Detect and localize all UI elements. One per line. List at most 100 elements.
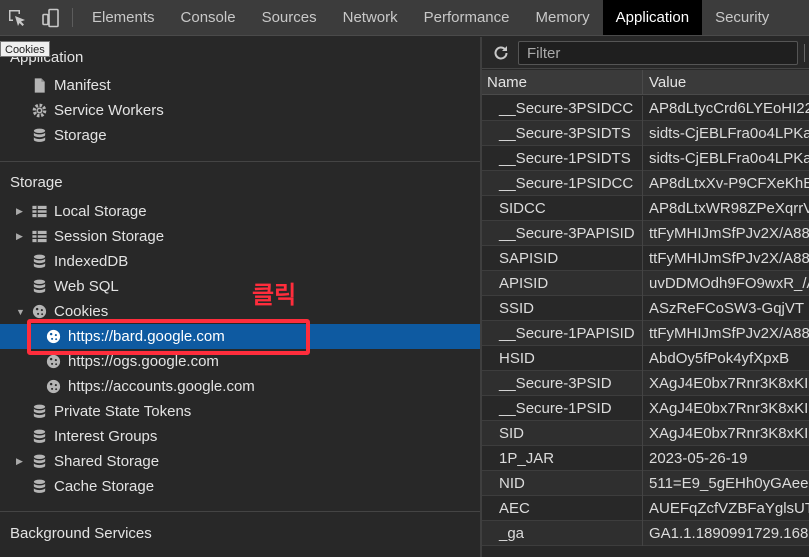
sidebar-item-private-state-tokens[interactable]: Private State Tokens xyxy=(0,399,480,424)
refresh-icon[interactable] xyxy=(492,44,510,62)
gear-icon xyxy=(30,102,48,120)
table-row[interactable]: SIDCC AP8dLtxWR98ZPeXqrrV xyxy=(482,196,809,221)
sidebar-item-storage[interactable]: Storage xyxy=(0,123,480,148)
sidebar-item-shared-storage[interactable]: ▶ Shared Storage xyxy=(0,449,480,474)
sidebar-item-web-sql[interactable]: Web SQL xyxy=(0,274,480,299)
expand-arrow-icon[interactable]: ▶ xyxy=(16,206,26,217)
database-icon xyxy=(30,453,48,471)
expand-arrow-icon[interactable]: ▶ xyxy=(16,456,26,467)
devtools-window: Elements Console Sources Network Perform… xyxy=(0,0,809,557)
table-row[interactable]: SAPISID ttFyMHIJmSfPJv2X/A88 xyxy=(482,246,809,271)
tab-sources[interactable]: Sources xyxy=(249,0,330,35)
tab-performance[interactable]: Performance xyxy=(411,0,523,35)
cookie-value-cell: 511=E9_5gEHh0yGAee xyxy=(649,475,809,492)
section-header-background-services: Background Services xyxy=(10,525,152,542)
table-row[interactable]: __Secure-1PSIDCC AP8dLtxXv-P9CFXeKhE xyxy=(482,171,809,196)
cookie-value-cell: AP8dLtxXv-P9CFXeKhE xyxy=(649,175,809,192)
database-icon xyxy=(30,478,48,496)
sidebar-item-label: Session Storage xyxy=(54,228,165,245)
sidebar-item-service-workers[interactable]: Service Workers xyxy=(0,98,480,123)
cookie-name-cell: APISID xyxy=(482,271,643,296)
cookie-name-cell: __Secure-1PSIDCC xyxy=(482,171,643,196)
sidebar-item-label: IndexedDB xyxy=(54,253,129,270)
sidebar-item-interest-groups[interactable]: Interest Groups xyxy=(0,424,480,449)
database-icon xyxy=(30,428,48,446)
database-icon xyxy=(30,127,48,145)
cookie-value-cell: ttFyMHIJmSfPJv2X/A88 xyxy=(649,225,809,242)
sidebar-item-label: https://accounts.google.com xyxy=(68,378,255,395)
tab-network[interactable]: Network xyxy=(330,0,411,35)
table-row[interactable]: __Secure-1PSIDTS sidts-CjEBLFra0o4LPKa xyxy=(482,146,809,171)
table-row[interactable]: SSID ASzReFCoSW3-GqjVT xyxy=(482,296,809,321)
cookie-name-cell: __Secure-3PSID xyxy=(482,371,643,396)
table-row[interactable]: __Secure-3PSIDCC AP8dLtycCrd6LYEoHI22 xyxy=(482,96,809,121)
collapse-arrow-icon[interactable]: ▼ xyxy=(16,307,26,317)
sidebar-item-cookie-accounts[interactable]: https://accounts.google.com xyxy=(0,374,480,399)
cookie-icon xyxy=(44,353,62,371)
sidebar-item-label: Interest Groups xyxy=(54,428,158,445)
table-row[interactable]: APISID uvDDMOdh9FO9wxR_/A xyxy=(482,271,809,296)
section-divider xyxy=(0,161,480,162)
sidebar-item-cookies[interactable]: ▼ Cookies xyxy=(0,299,480,324)
table-row[interactable]: __Secure-3PSIDTS sidts-CjEBLFra0o4LPKa xyxy=(482,121,809,146)
table-row[interactable]: HSID AbdOy5fPok4yfXpxB xyxy=(482,346,809,371)
sidebar-item-label: Web SQL xyxy=(54,278,119,295)
filter-input[interactable] xyxy=(518,41,798,65)
cookie-table-pane: Name Value __Secure-3PSIDCC AP8dLtycCrd6L… xyxy=(482,37,809,557)
sidebar-item-indexeddb[interactable]: IndexedDB xyxy=(0,249,480,274)
cookie-value-cell: AUEFqZcfVZBFaYglsUT xyxy=(649,500,809,517)
tab-console[interactable]: Console xyxy=(168,0,249,35)
cookie-name-cell: SIDCC xyxy=(482,196,643,221)
sidebar-item-manifest[interactable]: Manifest xyxy=(0,73,480,98)
tab-security[interactable]: Security xyxy=(702,0,782,35)
cookie-value-cell: ttFyMHIJmSfPJv2X/A88 xyxy=(649,250,809,267)
table-row[interactable]: SID XAgJ4E0bx7Rnr3K8xKI xyxy=(482,421,809,446)
table-grid-icon xyxy=(30,203,48,221)
table-row[interactable]: _ga GA1.1.1890991729.168 xyxy=(482,521,809,546)
cookie-value-cell: sidts-CjEBLFra0o4LPKa xyxy=(649,150,809,167)
cookie-name-cell: __Secure-3PAPISID xyxy=(482,221,643,246)
cookie-value-cell: AbdOy5fPok4yfXpxB xyxy=(649,350,790,367)
cookie-value-cell: ttFyMHIJmSfPJv2X/A88 xyxy=(649,325,809,342)
cookie-value-cell: XAgJ4E0bx7Rnr3K8xKI xyxy=(649,425,809,442)
sidebar-item-cache-storage[interactable]: Cache Storage xyxy=(0,474,480,499)
cookie-name-cell: SID xyxy=(482,421,643,446)
table-row[interactable]: __Secure-3PSID XAgJ4E0bx7Rnr3K8xKI xyxy=(482,371,809,396)
column-header-value[interactable]: Value xyxy=(644,70,809,95)
cookie-name-cell: NID xyxy=(482,471,643,496)
table-row[interactable]: __Secure-3PAPISID ttFyMHIJmSfPJv2X/A88 xyxy=(482,221,809,246)
sidebar-item-session-storage[interactable]: ▶ Session Storage xyxy=(0,224,480,249)
database-icon xyxy=(30,403,48,421)
sidebar-item-label: https://bard.google.com xyxy=(68,328,225,345)
cookie-value-cell: XAgJ4E0bx7Rnr3K8xKI xyxy=(649,400,809,417)
tab-elements[interactable]: Elements xyxy=(79,0,168,35)
sidebar-item-local-storage[interactable]: ▶ Local Storage xyxy=(0,199,480,224)
sidebar-item-label: Storage xyxy=(54,127,107,144)
cookie-icon xyxy=(44,328,62,346)
device-toolbar-icon[interactable] xyxy=(34,0,68,35)
table-row[interactable]: NID 511=E9_5gEHh0yGAee xyxy=(482,471,809,496)
inspect-element-icon[interactable] xyxy=(0,0,34,35)
cookie-value-cell: XAgJ4E0bx7Rnr3K8xKI xyxy=(649,375,809,392)
sidebar-item-cookie-ogs[interactable]: https://ogs.google.com xyxy=(0,349,480,374)
section-divider xyxy=(0,511,480,512)
table-row[interactable]: __Secure-1PAPISID ttFyMHIJmSfPJv2X/A88 xyxy=(482,321,809,346)
cookie-value-cell: GA1.1.1890991729.168 xyxy=(649,525,809,542)
table-row[interactable]: AEC AUEFqZcfVZBFaYglsUT xyxy=(482,496,809,521)
sidebar-item-label: Cache Storage xyxy=(54,478,155,495)
cookie-value-cell: ASzReFCoSW3-GqjVT xyxy=(649,300,805,317)
cookie-value-cell: AP8dLtxWR98ZPeXqrrV xyxy=(649,200,809,217)
cookie-value-cell: 2023-05-26-19 xyxy=(649,450,748,467)
sidebar-item-cookie-bard[interactable]: https://bard.google.com xyxy=(0,324,480,349)
column-header-name[interactable]: Name xyxy=(482,70,643,95)
tab-application[interactable]: Application xyxy=(602,0,703,35)
cookie-name-cell: __Secure-1PSID xyxy=(482,396,643,421)
table-row[interactable]: 1P_JAR 2023-05-26-19 xyxy=(482,446,809,471)
tab-memory[interactable]: Memory xyxy=(523,0,603,35)
expand-arrow-icon[interactable]: ▶ xyxy=(16,231,26,242)
cookie-name-cell: HSID xyxy=(482,346,643,371)
table-header: Name Value xyxy=(482,70,809,95)
cookie-name-cell: __Secure-3PSIDTS xyxy=(482,121,643,146)
devtools-tab-bar: Elements Console Sources Network Perform… xyxy=(0,0,809,36)
table-row[interactable]: __Secure-1PSID XAgJ4E0bx7Rnr3K8xKI xyxy=(482,396,809,421)
